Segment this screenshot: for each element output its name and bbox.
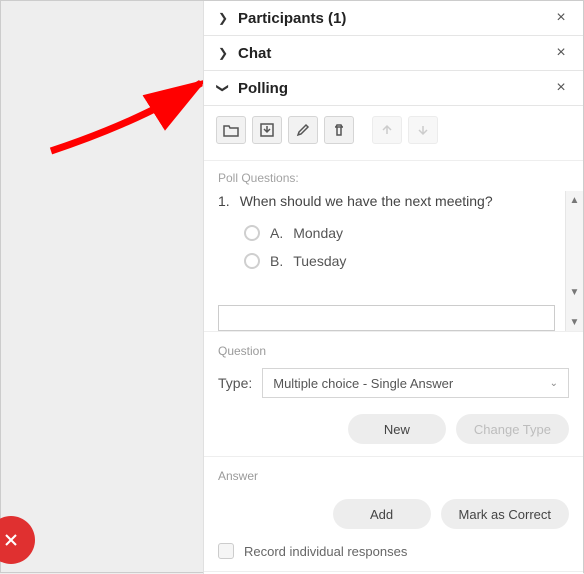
chat-title: Chat	[238, 45, 551, 62]
annotation-arrow	[41, 71, 221, 161]
close-chat-button[interactable]: ×	[551, 44, 571, 62]
mark-correct-button[interactable]: Mark as Correct	[441, 499, 569, 529]
record-responses-label: Record individual responses	[244, 544, 407, 559]
save-poll-button[interactable]	[252, 116, 282, 144]
scrollbar[interactable]: ▼	[565, 301, 583, 331]
question-type-select[interactable]: Multiple choice - Single Answer ⌄	[262, 368, 569, 398]
close-polling-button[interactable]: ×	[551, 79, 571, 97]
scrollbar[interactable]: ▲ ▼	[565, 191, 583, 301]
question-section-label: Question	[218, 344, 569, 358]
answer-section-label: Answer	[218, 469, 569, 483]
answer-section: Answer Add Mark as Correct Record indivi…	[204, 456, 583, 571]
polling-title: Polling	[238, 80, 551, 97]
question-number: 1.	[218, 193, 230, 209]
open-poll-file-button[interactable]	[216, 116, 246, 144]
change-type-button[interactable]: Change Type	[456, 414, 569, 444]
new-question-button[interactable]: New	[348, 414, 446, 444]
checkbox-icon[interactable]	[218, 543, 234, 559]
option-letter: A.	[270, 225, 283, 241]
question-section: Question Type: Multiple choice - Single …	[204, 331, 583, 456]
type-label: Type:	[218, 375, 252, 391]
side-panel: ❯ Participants (1) × ❯ Chat × ❯ Polling …	[203, 1, 583, 574]
move-up-button[interactable]	[372, 116, 402, 144]
delete-button[interactable]	[324, 116, 354, 144]
add-answer-button[interactable]: Add	[333, 499, 431, 529]
polling-header[interactable]: ❯ Polling ×	[204, 71, 583, 106]
move-down-button[interactable]	[408, 116, 438, 144]
edit-button[interactable]	[288, 116, 318, 144]
participants-title: Participants (1)	[238, 10, 551, 27]
poll-question-area: 1. When should we have the next meeting?…	[204, 191, 583, 301]
poll-questions-label: Poll Questions:	[204, 161, 583, 191]
radio-icon[interactable]	[244, 225, 260, 241]
question-row[interactable]: 1. When should we have the next meeting?	[218, 191, 555, 219]
close-bubble-button[interactable]	[0, 516, 35, 564]
record-responses-row[interactable]: Record individual responses	[218, 543, 569, 559]
chevron-down-icon: ⌄	[550, 378, 558, 389]
question-text: When should we have the next meeting?	[240, 193, 493, 209]
chevron-right-icon: ❯	[216, 11, 230, 25]
polling-body: Poll Questions: 1. When should we have t…	[204, 106, 583, 574]
radio-icon[interactable]	[244, 253, 260, 269]
option-row-a[interactable]: A. Monday	[218, 219, 555, 247]
close-participants-button[interactable]: ×	[551, 9, 571, 27]
new-option-input[interactable]	[218, 305, 555, 331]
scroll-down-icon[interactable]: ▼	[566, 313, 583, 331]
chevron-down-icon: ❯	[216, 81, 230, 95]
option-text: Monday	[293, 225, 343, 241]
option-text: Tuesday	[293, 253, 346, 269]
poll-toolbar	[204, 106, 583, 161]
chevron-right-icon: ❯	[216, 46, 230, 60]
scroll-down-icon[interactable]: ▼	[566, 283, 583, 301]
option-row-b[interactable]: B. Tuesday	[218, 247, 555, 275]
participants-header[interactable]: ❯ Participants (1) ×	[204, 1, 583, 36]
option-letter: B.	[270, 253, 283, 269]
scroll-up-icon[interactable]: ▲	[566, 191, 583, 209]
chat-header[interactable]: ❯ Chat ×	[204, 36, 583, 71]
type-value: Multiple choice - Single Answer	[273, 376, 453, 391]
